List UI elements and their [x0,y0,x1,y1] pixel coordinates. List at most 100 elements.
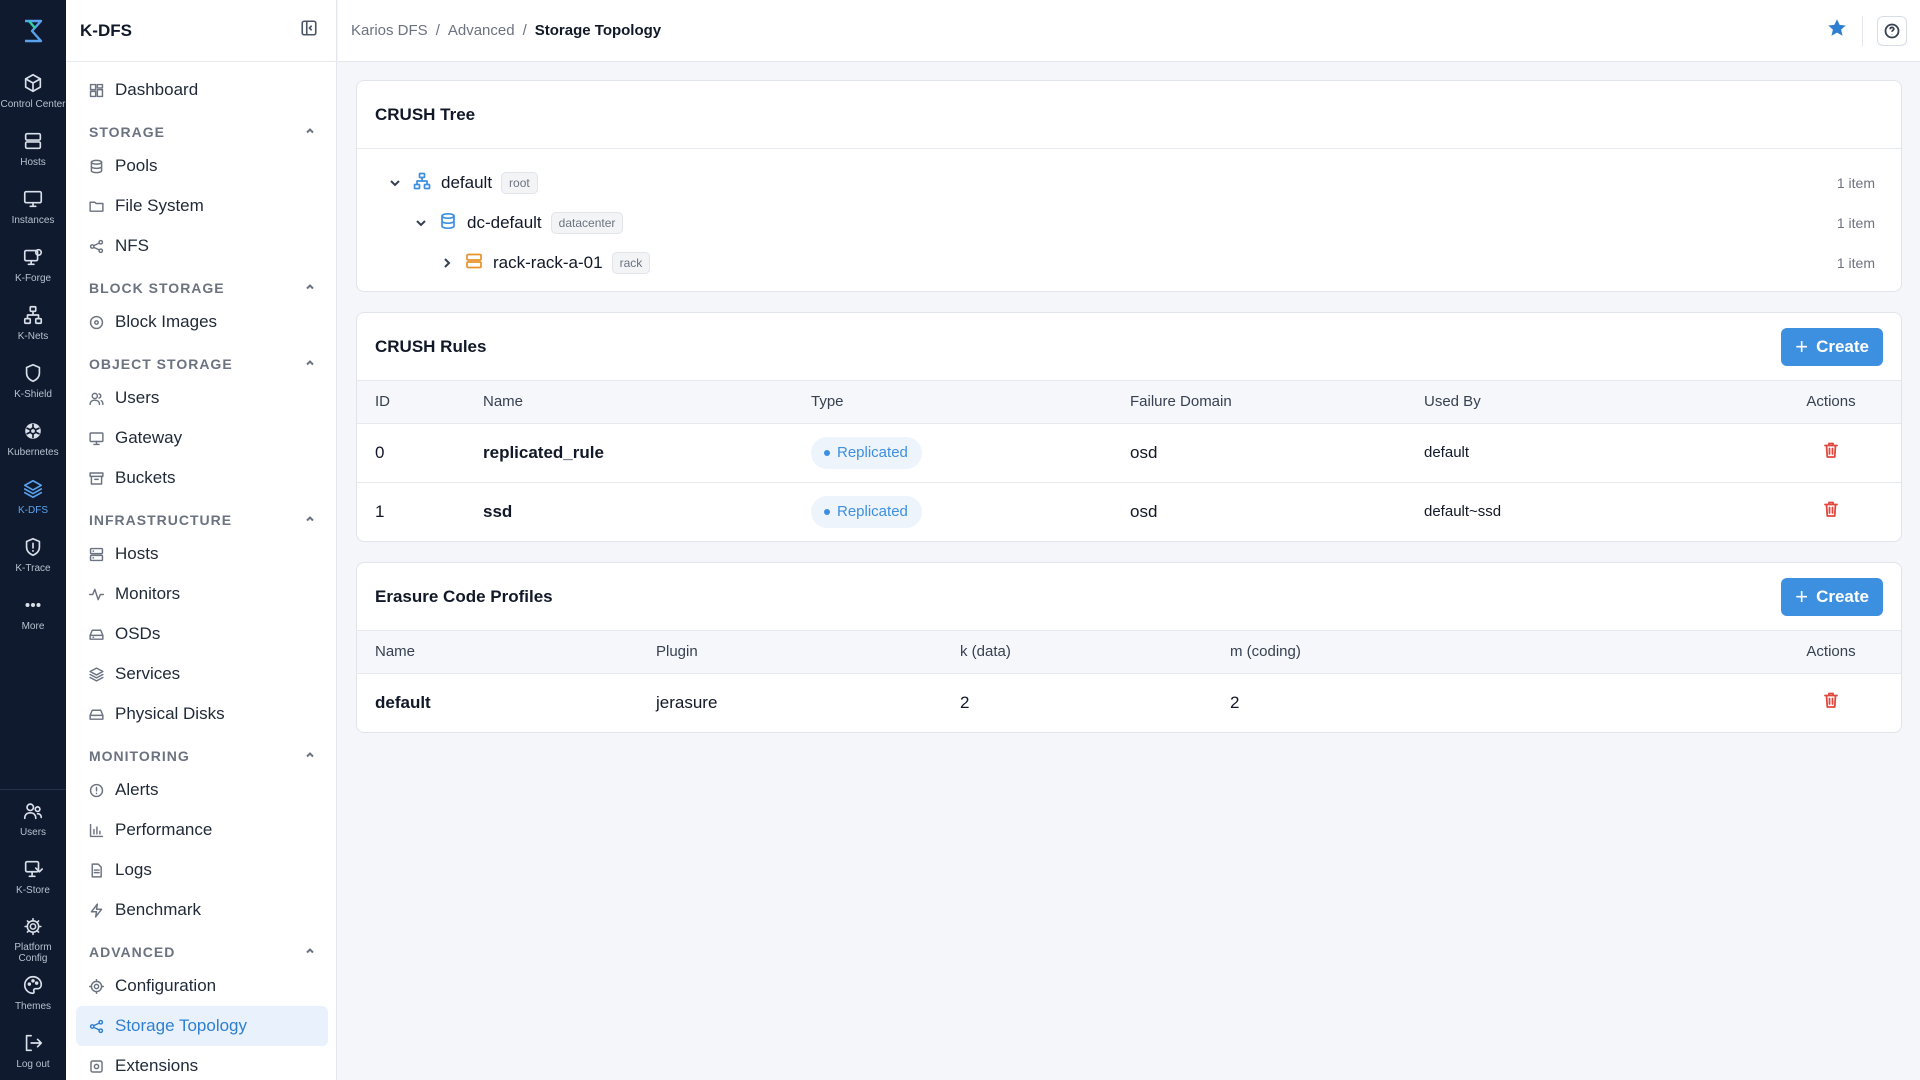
rail-k-forge[interactable]: K-Forge [0,236,66,294]
nav-benchmark[interactable]: Benchmark [76,890,328,930]
rule-id: 1 [375,501,385,521]
bar-chart-icon [89,823,104,837]
nav-configuration[interactable]: Configuration [76,966,328,1006]
nav-label: Configuration [115,976,217,995]
rail-label: Platform Config [14,942,52,964]
favorite-button[interactable] [1826,17,1848,44]
section-object-storage[interactable]: OBJECT STORAGE [76,342,328,378]
file-text-icon [91,862,102,878]
app-logo[interactable] [0,0,66,62]
nav-pools[interactable]: Pools [76,146,328,186]
breadcrumb-item-advanced[interactable]: Advanced [448,22,515,39]
plus-icon: + [1795,333,1809,359]
nav-physical-disks[interactable]: Physical Disks [76,694,328,734]
delete-button[interactable] [1822,692,1840,713]
root-node-icon [413,172,431,195]
nav-performance[interactable]: Performance [76,810,328,850]
rail-kubernetes[interactable]: Kubernetes [0,410,66,468]
server-icon [24,132,42,150]
rail-label: Themes [14,1001,52,1012]
rail-k-dfs[interactable]: K-DFS [0,468,66,526]
nav-nfs[interactable]: NFS [76,226,328,266]
rail-label: Users [19,827,47,838]
rail-themes[interactable]: Themes [0,964,66,1022]
nav-alerts[interactable]: Alerts [76,770,328,810]
rail-k-store[interactable]: K-Store [0,848,66,906]
nav-osds[interactable]: OSDs [76,614,328,654]
nav-label: Performance [115,820,213,839]
rail-log-out[interactable]: Log out [0,1022,66,1080]
collapse-sidebar-button[interactable] [300,19,318,42]
nav-label: Extensions [115,1056,199,1075]
table-row: 0 replicated_rule Replicated osd default [357,423,1901,483]
badge-label: Replicated [837,444,908,461]
nav-dashboard[interactable]: Dashboard [76,70,328,110]
zap-icon [90,902,103,918]
expand-toggle[interactable] [413,215,429,231]
card-title: Erasure Code Profiles [375,586,553,606]
rail-k-trace[interactable]: K-Trace [0,526,66,584]
table-row: 1 ssd Replicated osd default~ssd [357,482,1901,541]
nav-label: Monitors [115,584,181,603]
expand-toggle[interactable] [439,255,455,271]
rail-k-nets[interactable]: K-Nets [0,294,66,352]
hard-drive-icon [89,629,104,640]
chevron-up-icon [306,128,314,134]
rail-more[interactable]: More [0,584,66,642]
nav-storage-topology[interactable]: Storage Topology [76,1006,328,1046]
delete-button[interactable] [1822,442,1840,463]
nav-block-images[interactable]: Block Images [76,302,328,342]
section-block-storage[interactable]: BLOCK STORAGE [76,266,328,302]
rail-control-center[interactable]: Control Center [0,62,66,120]
nav-users[interactable]: Users [76,378,328,418]
breadcrumb-item-karios-dfs[interactable]: Karios DFS [351,22,428,39]
actions-cell [1761,423,1901,483]
sidebar-nav: Dashboard STORAGE Pools File System NFS … [66,62,336,1080]
nav-file-system[interactable]: File System [76,186,328,226]
section-monitoring[interactable]: MONITORING [76,734,328,770]
nav-label: Alerts [115,780,159,799]
section-advanced[interactable]: ADVANCED [76,930,328,966]
help-button[interactable] [1877,15,1907,46]
nav-extensions[interactable]: Extensions [76,1046,328,1080]
expand-toggle[interactable] [387,175,403,191]
nav-services[interactable]: Services [76,654,328,694]
nav-logs[interactable]: Logs [76,850,328,890]
nav-label: Services [115,664,181,683]
breadcrumb-current: Storage Topology [534,22,662,39]
card-header: Erasure Code Profiles + Create [357,563,1901,631]
nav-buckets[interactable]: Buckets [76,458,328,498]
rail-k-shield[interactable]: K-Shield [0,352,66,410]
database-icon [441,212,455,229]
breadcrumb: Karios DFS / Advanced / Storage Topology [351,22,661,39]
rail-hosts[interactable]: Hosts [0,120,66,178]
network-icon [23,305,43,325]
nav-label: Physical Disks [115,704,225,723]
tree-node-root[interactable]: default root 1 item [357,163,1901,203]
alert-circle-icon [89,783,104,797]
tree-node-rack[interactable]: rack-rack-a-01 rack 1 item [357,243,1901,283]
badge-label: Replicated [837,503,908,521]
delete-button[interactable] [1822,501,1840,522]
trash-icon [1824,501,1838,518]
table-header-row: ID Name Type Failure Domain Used By Acti… [357,381,1901,424]
rail-platform-config[interactable]: Platform Config [0,906,66,964]
create-ec-profile-button[interactable]: + Create [1781,577,1883,616]
create-crush-rule-button[interactable]: + Create [1781,327,1883,366]
tree-node-datacenter[interactable]: dc-default datacenter 1 item [357,203,1901,243]
rail-label: K-Trace [15,563,51,574]
section-storage[interactable]: STORAGE [76,110,328,146]
actions-cell [1761,482,1901,541]
nav-gateway[interactable]: Gateway [76,418,328,458]
card-title: CRUSH Tree [375,104,476,124]
nav-hosts[interactable]: Hosts [76,534,328,574]
server-icon [89,547,104,561]
rule-used-by: default~ssd [1424,503,1502,521]
nav-monitors[interactable]: Monitors [76,574,328,614]
rail-label: K-Store [16,885,50,896]
section-infrastructure[interactable]: INFRASTRUCTURE [76,498,328,534]
node-type-tag: datacenter [550,212,624,234]
rail-instances[interactable]: Instances [0,178,66,236]
rail-users[interactable]: Users [0,790,66,848]
sidebar-header: K-DFS [66,0,336,62]
